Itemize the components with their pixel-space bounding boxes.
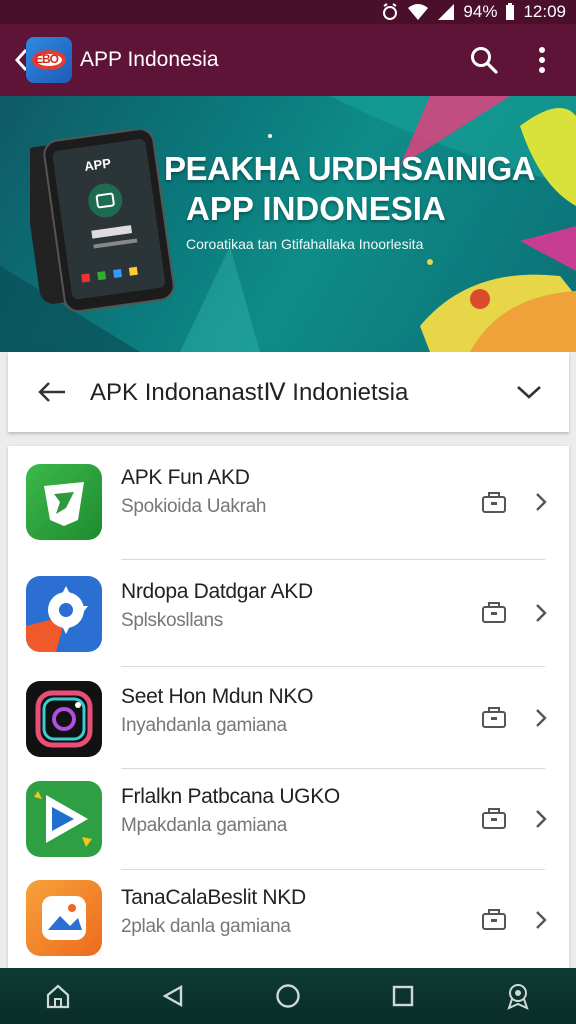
- install-button[interactable]: [478, 803, 510, 835]
- app-title: Seet Hon Mdun NKO: [121, 685, 314, 708]
- battery-icon: [506, 3, 515, 20]
- chevron-right-icon: [536, 493, 547, 511]
- alarm-icon: [383, 3, 398, 20]
- play-app-icon: [26, 781, 102, 857]
- cart-icon: [482, 602, 506, 623]
- category-selector[interactable]: APK IndonanastⅣ Indonietsia: [8, 352, 569, 432]
- install-button[interactable]: [478, 487, 510, 519]
- list-item[interactable]: TanaCalaBeslit NKD 2plak danla gamiana: [8, 870, 569, 968]
- search-button[interactable]: [460, 36, 508, 84]
- list-item[interactable]: Seet Hon Mdun NKO Inyahdanla gamiana: [8, 667, 569, 768]
- list-item[interactable]: APK Fun AKD Spokioida Uakrah: [8, 446, 569, 559]
- row-open-button[interactable]: [531, 702, 551, 734]
- chevron-right-icon: [536, 810, 547, 828]
- status-bar: 94% 12:09: [0, 0, 576, 24]
- app-title: Frlalkn Patbcana UGKO: [121, 785, 340, 808]
- cart-icon: [482, 808, 506, 829]
- signal-icon: [438, 4, 455, 20]
- list-item[interactable]: Nrdopa Datdgar AKD Splskosllans: [8, 560, 569, 666]
- nav-back-button[interactable]: [149, 972, 197, 1020]
- wifi-icon: [408, 4, 429, 20]
- app-title: APP Indonesia: [80, 48, 219, 71]
- overflow-menu-button[interactable]: [518, 36, 566, 84]
- battery-percent: 94%: [463, 2, 498, 21]
- app-logo: EBO: [26, 37, 72, 83]
- banner-subtitle: Coroatikaa tan Gtifahallaka Inoorlesita: [186, 236, 424, 252]
- chevron-down-icon[interactable]: [509, 384, 549, 400]
- cart-icon: [482, 909, 506, 930]
- app-bar: EBO APP Indonesia: [0, 24, 576, 96]
- nav-recents-button[interactable]: [379, 972, 427, 1020]
- app-title: APK Fun AKD: [121, 466, 250, 489]
- row-open-button[interactable]: [531, 803, 551, 835]
- award-icon: [507, 984, 530, 1010]
- camera-app-icon: [26, 681, 102, 757]
- install-button[interactable]: [478, 702, 510, 734]
- install-button[interactable]: [478, 597, 510, 629]
- app-subtitle: Splskosllans: [121, 610, 224, 631]
- chevron-right-icon: [536, 709, 547, 727]
- install-button[interactable]: [478, 904, 510, 936]
- app-subtitle: Inyahdanla gamiana: [121, 715, 287, 736]
- app-list: APK Fun AKD Spokioida Uakrah Nrdopa Datd…: [8, 446, 569, 968]
- promo-banner[interactable]: APP PEAKHA URDHSAINIGA APP INDONESIA Cor…: [0, 96, 576, 352]
- search-icon: [471, 47, 498, 74]
- nav-home-button[interactable]: [34, 972, 82, 1020]
- shield-app-icon: [26, 464, 102, 540]
- photo-app-icon: [26, 880, 102, 956]
- list-item[interactable]: Frlalkn Patbcana UGKO Mpakdanla gamiana: [8, 769, 569, 869]
- app-title: Nrdopa Datdgar AKD: [121, 580, 313, 603]
- arrow-left-icon[interactable]: [30, 380, 74, 404]
- circle-home-icon: [276, 984, 300, 1008]
- nav-home-circle-button[interactable]: [264, 972, 312, 1020]
- row-open-button[interactable]: [531, 597, 551, 629]
- banner-title: PEAKHA URDHSAINIGA: [164, 150, 536, 187]
- cart-icon: [482, 492, 506, 513]
- selector-label: APK IndonanastⅣ Indonietsia: [90, 378, 409, 406]
- system-nav-bar: [0, 968, 576, 1024]
- home-icon: [46, 984, 69, 1009]
- back-triangle-icon: [162, 984, 182, 1008]
- chevron-right-icon: [536, 604, 547, 622]
- banner-title-2: APP INDONESIA: [186, 190, 446, 227]
- gear-app-icon: [26, 576, 102, 652]
- cart-icon: [482, 707, 506, 728]
- more-vert-icon: [539, 47, 545, 73]
- app-subtitle: Spokioida Uakrah: [121, 496, 267, 517]
- app-title: TanaCalaBeslit NKD: [121, 886, 306, 909]
- app-subtitle: 2plak danla gamiana: [121, 916, 291, 937]
- nav-assistant-button[interactable]: [494, 972, 542, 1020]
- clock: 12:09: [523, 2, 566, 21]
- app-subtitle: Mpakdanla gamiana: [121, 815, 288, 836]
- recents-square-icon: [392, 985, 414, 1007]
- chevron-right-icon: [536, 911, 547, 929]
- row-open-button[interactable]: [531, 486, 551, 518]
- banner-text: PEAKHA URDHSAINIGA APP INDONESIA Coroati…: [164, 150, 536, 252]
- row-open-button[interactable]: [531, 904, 551, 936]
- phone-illustration: APP: [30, 130, 175, 312]
